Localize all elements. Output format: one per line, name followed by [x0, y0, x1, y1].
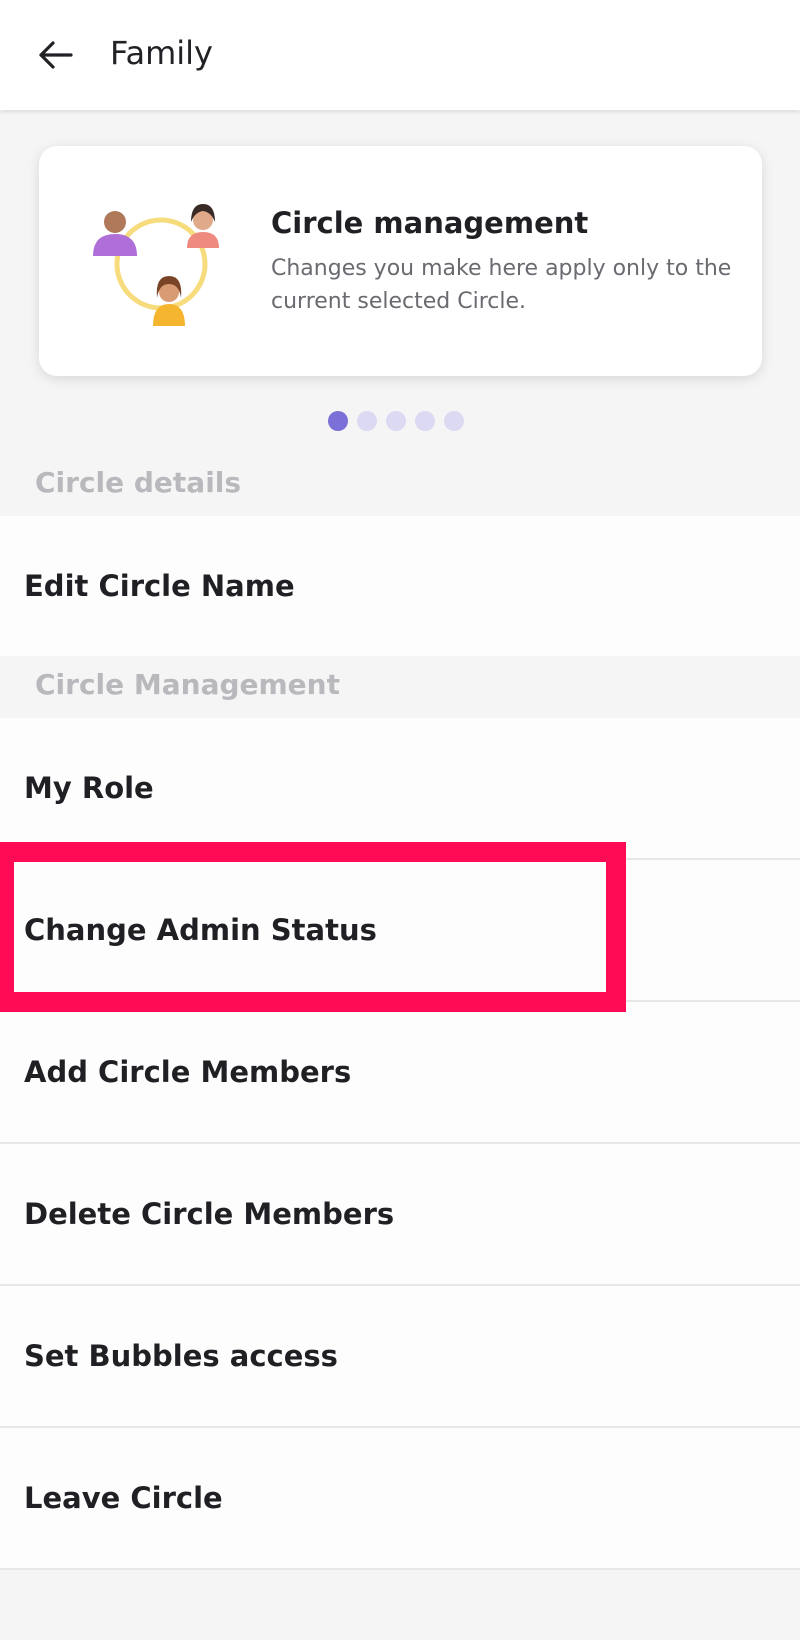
list-item-add-circle-members[interactable]: Add Circle Members [0, 1002, 800, 1144]
section-header-label: Circle details [35, 466, 242, 499]
list-item-leave-circle[interactable]: Leave Circle [0, 1428, 800, 1570]
list-item-set-bubbles-access[interactable]: Set Bubbles access [0, 1286, 800, 1428]
back-button[interactable] [28, 28, 82, 82]
list-item-label: My Role [24, 771, 154, 805]
pager-dot[interactable] [357, 411, 377, 431]
list-item-label: Delete Circle Members [24, 1197, 395, 1231]
pager-dot[interactable] [415, 411, 435, 431]
carousel-pager [328, 411, 464, 431]
section-header-label: Circle Management [35, 668, 340, 701]
list-item-change-admin-status[interactable]: Change Admin Status [0, 860, 800, 1002]
section-header-circle-details: Circle details [0, 452, 800, 516]
card-title: Circle management [271, 206, 589, 240]
circle-members-illustration [93, 204, 219, 326]
section-header-circle-management: Circle Management [0, 656, 800, 718]
card-description: Changes you make here apply only to the … [271, 256, 732, 314]
pager-dot[interactable] [386, 411, 406, 431]
list-item-edit-circle-name[interactable]: Edit Circle Name [0, 516, 800, 656]
app-bar: Family [0, 0, 800, 110]
circle-management-card[interactable]: Circle management Changes you make here … [39, 146, 762, 376]
arrow-left-icon [39, 41, 73, 69]
screen: Family Circle management Changes you mak… [0, 0, 800, 1640]
list-item-label: Change Admin Status [24, 913, 377, 947]
pager-dot-active[interactable] [328, 411, 348, 431]
list-item-label: Leave Circle [24, 1481, 223, 1515]
list-item-my-role[interactable]: My Role [0, 718, 800, 860]
pager-dot[interactable] [444, 411, 464, 431]
page-title: Family [110, 34, 213, 72]
list-item-label: Edit Circle Name [24, 569, 295, 603]
list-item-label: Add Circle Members [24, 1055, 352, 1089]
list-item-label: Set Bubbles access [24, 1339, 338, 1373]
list-item-delete-circle-members[interactable]: Delete Circle Members [0, 1144, 800, 1286]
